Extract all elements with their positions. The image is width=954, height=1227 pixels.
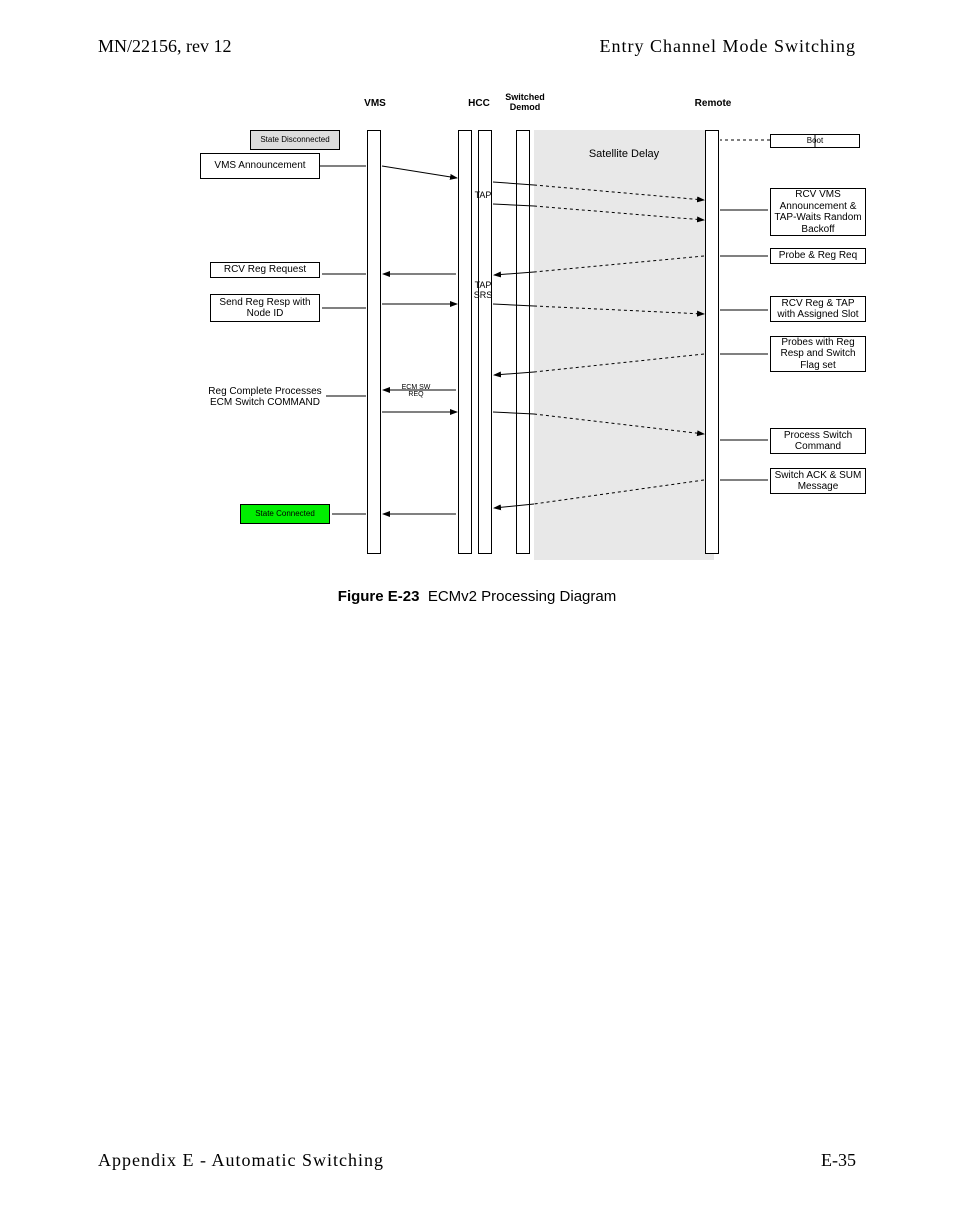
state-disconnected: State Disconnected [250,130,340,150]
rcv-vms-box: RCV VMS Announcement & TAP-Waits Random … [770,188,866,236]
rcv-reg-request-box: RCV Reg Request [210,262,320,278]
lifeline-vms [367,130,381,554]
col-vms: VMS [355,98,395,109]
send-reg-resp-box: Send Reg Resp with Node ID [210,294,320,322]
appendix-title: Appendix E - Automatic Switching [98,1150,384,1171]
col-hcc: HCC [464,98,494,109]
col-remote: Remote [688,98,738,109]
satellite-delay-label: Satellite Delay [534,148,714,160]
boot-box: Boot [770,134,860,148]
ecm-sw-req-label: ECM SW REQ [400,384,432,399]
process-switch-box: Process Switch Command [770,428,866,454]
lifeline-demod [516,130,530,554]
rcv-reg-tap-box: RCV Reg & TAP with Assigned Slot [770,296,866,322]
tap-label-1: TAP [468,190,498,200]
doc-id: MN/22156, rev 12 [98,36,232,57]
srs-label: SRS [468,290,498,300]
switch-ack-box: Switch ACK & SUM Message [770,468,866,494]
probes-flag-box: Probes with Reg Resp and Switch Flag set [770,336,866,372]
figure-text: ECMv2 Processing Diagram [428,588,616,605]
reg-complete-box: Reg Complete Processes ECM Switch COMMAN… [205,380,325,414]
state-connected: State Connected [240,504,330,524]
vms-announcement-box: VMS Announcement [200,153,320,179]
probe-reg-box: Probe & Reg Req [770,248,866,264]
figure-label: Figure E-23 [338,588,420,605]
section-title: Entry Channel Mode Switching [600,36,856,57]
satellite-delay-band [534,130,714,560]
figure-caption: Figure E-23 ECMv2 Processing Diagram [0,588,954,605]
tap-label-2: TAP [468,280,498,290]
ecm-processing-diagram: Satellite Delay VMS HCC Switched Demod R… [200,90,870,568]
col-demod: Switched Demod [495,92,555,112]
lifeline-remote [705,130,719,554]
page-number: E-35 [821,1150,856,1171]
